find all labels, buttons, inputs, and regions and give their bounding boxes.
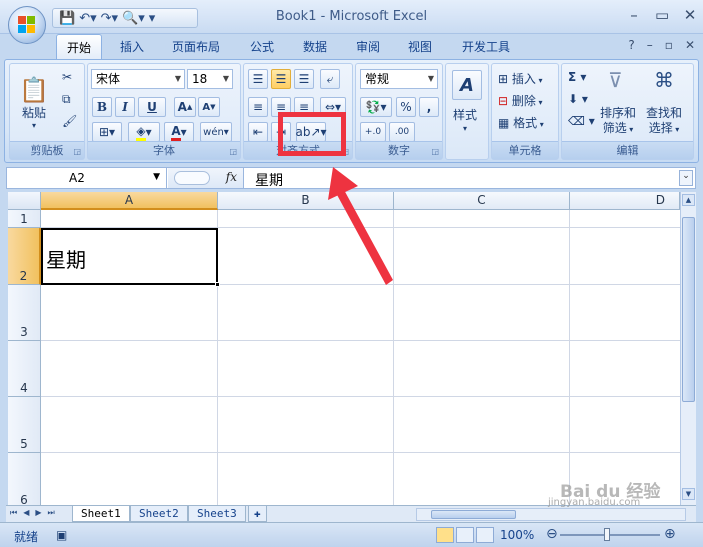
- watermark-url: jingyan.baidu.com: [548, 497, 641, 508]
- annotation-arrow: [328, 167, 393, 285]
